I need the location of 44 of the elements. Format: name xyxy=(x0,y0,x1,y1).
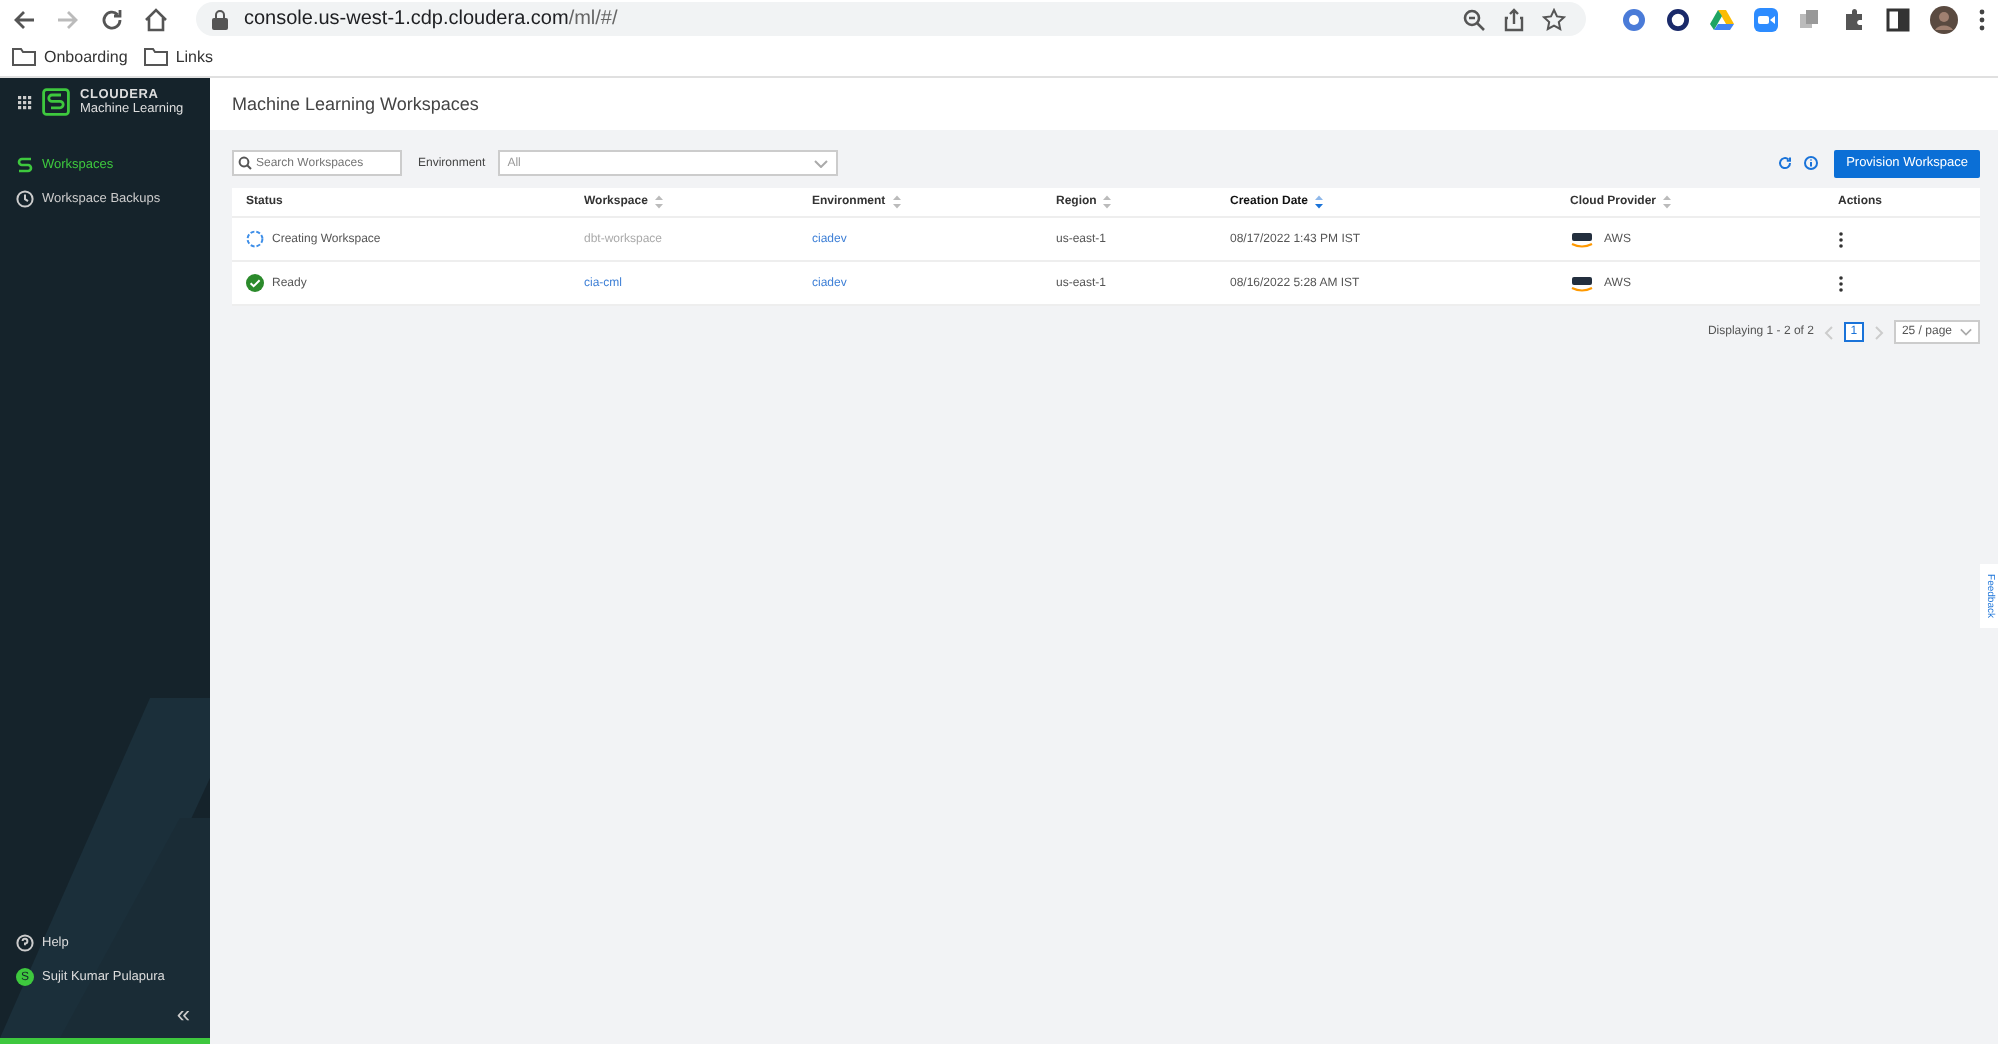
sort-icon xyxy=(1314,194,1325,210)
page-title: Machine Learning Workspaces xyxy=(232,94,479,114)
copies-icon[interactable] xyxy=(1798,7,1822,31)
back-icon[interactable] xyxy=(12,7,36,31)
folder-icon xyxy=(12,48,36,66)
address-bar[interactable]: console.us-west-1.cdp.cloudera.com/ml/#/ xyxy=(196,2,1586,36)
refresh-icon[interactable] xyxy=(1778,156,1793,170)
bookmark[interactable]: Onboarding xyxy=(12,48,128,66)
avatar-icon[interactable] xyxy=(1930,5,1958,33)
side-panel-icon[interactable] xyxy=(1886,7,1910,31)
home-icon[interactable] xyxy=(144,7,168,31)
app-grid-icon[interactable] xyxy=(18,95,32,109)
workspaces-icon xyxy=(16,156,34,174)
folder-icon xyxy=(143,48,168,66)
sort-icon xyxy=(1662,194,1673,210)
star-icon[interactable] xyxy=(1542,7,1566,31)
sort-icon xyxy=(1102,194,1113,210)
reload-icon[interactable] xyxy=(100,7,124,31)
chevron-icon xyxy=(813,159,828,167)
chevron-icon xyxy=(1960,328,1972,336)
spinner-icon xyxy=(246,230,264,248)
logo-icon xyxy=(42,88,70,116)
search-icon xyxy=(238,156,252,170)
more-icon[interactable] xyxy=(1838,231,1844,247)
info-icon[interactable] xyxy=(1804,156,1819,170)
help-icon xyxy=(16,934,34,952)
sort-icon xyxy=(653,194,664,210)
zoom-icon[interactable] xyxy=(1462,7,1486,31)
lock-icon xyxy=(212,9,228,29)
video-camera-icon[interactable] xyxy=(1754,7,1778,31)
extension-icon[interactable] xyxy=(1622,7,1646,31)
check-circle-icon xyxy=(246,274,264,292)
cloud-logo-icon xyxy=(1570,275,1594,291)
menu-icon[interactable] xyxy=(1978,7,1986,31)
ring-icon[interactable] xyxy=(1666,7,1690,31)
sort-icon xyxy=(891,194,902,210)
more-icon[interactable] xyxy=(1838,275,1844,291)
history-icon xyxy=(16,190,34,208)
puzzle-icon[interactable] xyxy=(1842,7,1866,31)
cloud-logo-icon xyxy=(1570,231,1594,247)
share-icon[interactable] xyxy=(1502,7,1526,31)
collapse-button[interactable]: « xyxy=(172,1002,194,1026)
drive-icon[interactable] xyxy=(1710,7,1734,31)
bookmark[interactable]: Links xyxy=(143,48,213,66)
